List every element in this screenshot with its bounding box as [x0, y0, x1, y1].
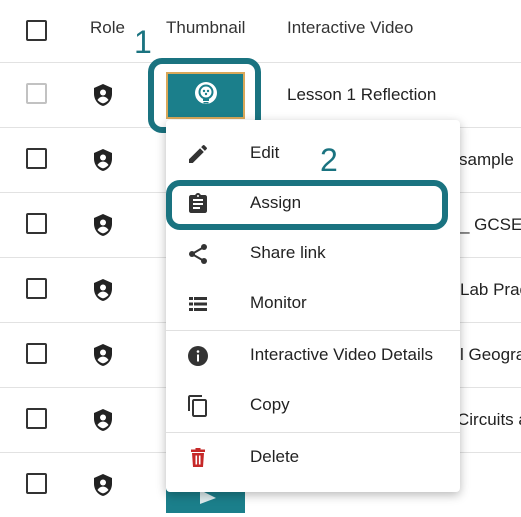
- thumbnail-column-header: Thumbnail: [166, 18, 246, 37]
- info-icon: [188, 346, 208, 366]
- menu-item-label: Monitor: [250, 293, 307, 312]
- shield-user-icon: [94, 214, 112, 236]
- row-checkbox[interactable]: [26, 148, 47, 169]
- pencil-icon: [189, 144, 208, 163]
- row-checkbox[interactable]: [26, 473, 47, 494]
- table-header: Role Thumbnail Interactive Video: [0, 0, 521, 63]
- menu-item-label: Copy: [250, 395, 290, 414]
- row-checkbox[interactable]: [26, 278, 47, 299]
- menu-item-share-link[interactable]: Share link: [166, 229, 460, 279]
- row-checkbox[interactable]: [26, 213, 47, 234]
- shield-user-icon: [94, 409, 112, 431]
- actions-context-menu: Edit Assign Share link Monitor Interacti…: [166, 120, 460, 492]
- interactive-video-column-header: Interactive Video: [287, 18, 414, 37]
- select-all-checkbox[interactable]: [26, 20, 47, 41]
- row-checkbox[interactable]: [26, 83, 47, 104]
- row-checkbox[interactable]: [26, 408, 47, 429]
- shield-user-icon: [94, 474, 112, 496]
- trash-icon: [191, 448, 205, 467]
- menu-item-edit[interactable]: Edit: [166, 129, 460, 179]
- video-title[interactable]: Lab Prac: [460, 280, 521, 300]
- share-icon: [189, 244, 207, 264]
- shield-user-icon: [94, 149, 112, 171]
- row-checkbox[interactable]: [26, 343, 47, 364]
- shield-user-icon: [94, 84, 112, 106]
- video-title[interactable]: sample: [459, 150, 514, 170]
- copy-icon: [188, 395, 207, 417]
- menu-item-label: Edit: [250, 143, 280, 162]
- video-title[interactable]: l Geogra: [460, 345, 521, 365]
- callout-number-2: 2: [320, 142, 338, 178]
- list-icon: [189, 297, 207, 311]
- shield-user-icon: [94, 344, 112, 366]
- menu-item-details[interactable]: Interactive Video Details: [166, 331, 460, 381]
- video-title[interactable]: Lesson 1 Reflection: [287, 85, 436, 105]
- video-title[interactable]: _ GCSE: [460, 215, 521, 235]
- role-column-header: Role: [90, 18, 125, 37]
- menu-item-label: Delete: [250, 447, 300, 466]
- menu-item-monitor[interactable]: Monitor: [166, 279, 460, 329]
- menu-item-copy[interactable]: Copy: [166, 381, 460, 431]
- menu-item-label: Interactive Video Details: [250, 345, 434, 364]
- callout-number-1: 1: [134, 24, 152, 60]
- menu-item-label: Share link: [250, 243, 326, 262]
- menu-item-delete[interactable]: Delete: [166, 433, 460, 483]
- highlight-callout-assign: [166, 180, 448, 230]
- video-title[interactable]: Circuits a: [457, 410, 521, 430]
- shield-user-icon: [94, 279, 112, 301]
